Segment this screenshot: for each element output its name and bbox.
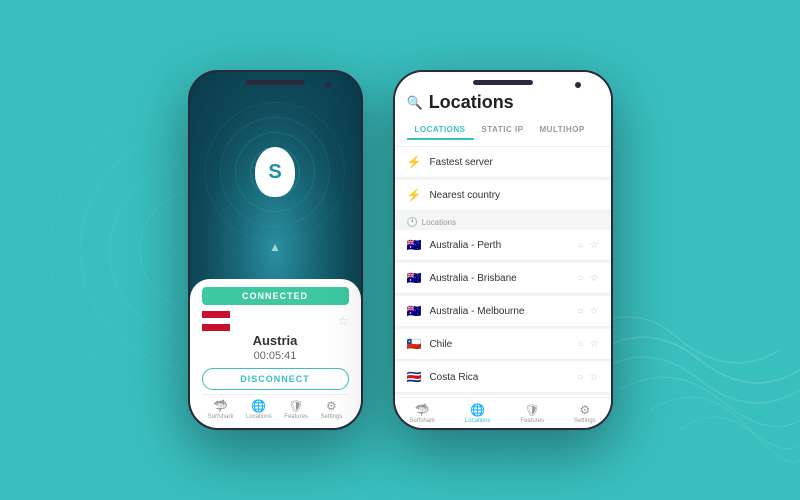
search-icon: 🔍 [407, 95, 423, 111]
nav-locations-label: Locations [246, 414, 272, 420]
connected-panel: CONNECTED ☆ Austria 00:05:41 DISCONNECT … [190, 279, 361, 428]
nearest-country-item[interactable]: ⚡ Nearest country [395, 180, 611, 211]
star-icon-3[interactable]: ☆ [590, 306, 599, 317]
tab-multihop[interactable]: MULTIHOP [532, 121, 593, 140]
nav-settings-label-r: Settings [574, 418, 596, 424]
surfshark-nav-icon-r: 🦈 [415, 403, 430, 417]
location-label-1: Australia - Perth [429, 240, 569, 251]
location-label-4: Chile [429, 339, 569, 350]
features-nav-icon-r: 🛡 [525, 403, 540, 417]
connected-badge: CONNECTED [202, 287, 349, 305]
star-icon-1[interactable]: ☆ [590, 240, 599, 251]
clock-icon: 🕐 [407, 217, 418, 228]
nav-locations-label-r: Locations [465, 418, 491, 424]
nav-right-settings[interactable]: ⚙ Settings [574, 403, 596, 424]
nav-right-surfshark[interactable]: 🦈 Surfshark [409, 403, 435, 424]
location-label-5: Costa Rica [429, 372, 569, 383]
phone-left: ▲ CONNECTED ☆ Austria 00:05:41 DISCONNEC… [188, 70, 363, 430]
flag-au-3: 🇦🇺 [407, 304, 422, 318]
locations-nav-icon: 🌐 [251, 399, 266, 413]
signal-icon-4: ○ [577, 339, 583, 350]
tab-locations[interactable]: LOCATIONS [407, 121, 474, 140]
locations-header: 🔍 Locations LOCATIONS STATIC IP MULTIHOP [395, 72, 611, 147]
location-chile[interactable]: 🇨🇱 Chile ○ ☆ [395, 329, 611, 360]
nav-surfshark-label: Surfshark [208, 414, 234, 420]
signal-icon-2: ○ [577, 273, 583, 284]
signal-icon-5: ○ [577, 372, 583, 383]
flag-au-1: 🇦🇺 [407, 238, 422, 252]
settings-nav-icon-r: ⚙ [579, 403, 590, 417]
lightning-icon-2: ⚡ [407, 188, 422, 202]
lightning-icon-1: ⚡ [407, 155, 422, 169]
ripple-circles [205, 102, 345, 242]
nav-features-label: Features [284, 414, 308, 420]
star-icon-2[interactable]: ☆ [590, 273, 599, 284]
right-screen: 🔍 Locations LOCATIONS STATIC IP MULTIHOP… [395, 72, 611, 428]
expand-arrow[interactable]: ▲ [269, 240, 281, 254]
connection-timer: 00:05:41 [202, 350, 349, 362]
location-australia-brisbane[interactable]: 🇦🇺 Australia - Brisbane ○ ☆ [395, 263, 611, 294]
fastest-server-label: Fastest server [429, 157, 598, 168]
star-icon-4[interactable]: ☆ [590, 339, 599, 350]
star-icon-5[interactable]: ☆ [590, 372, 599, 383]
locations-list: ⚡ Fastest server ⚡ Nearest country 🕐 Loc… [395, 147, 611, 397]
tab-static-ip[interactable]: STATIC IP [474, 121, 532, 140]
flag-cl: 🇨🇱 [407, 337, 422, 351]
nav-surfshark[interactable]: 🦈 Surfshark [208, 399, 234, 420]
left-screen: ▲ CONNECTED ☆ Austria 00:05:41 DISCONNEC… [190, 72, 361, 428]
phones-container: ▲ CONNECTED ☆ Austria 00:05:41 DISCONNEC… [188, 70, 613, 430]
nearest-country-label: Nearest country [429, 190, 598, 201]
phone-right: 🔍 Locations LOCATIONS STATIC IP MULTIHOP… [393, 70, 613, 430]
location-australia-melbourne[interactable]: 🇦🇺 Australia - Melbourne ○ ☆ [395, 296, 611, 327]
nav-features[interactable]: 🛡 Features [284, 399, 308, 420]
fastest-server-item[interactable]: ⚡ Fastest server [395, 147, 611, 178]
austria-flag [202, 311, 230, 331]
country-name: Austria [202, 333, 349, 348]
bottom-nav-right: 🦈 Surfshark 🌐 Locations 🛡 Features ⚙ Set… [395, 397, 611, 428]
signal-icon-3: ○ [577, 306, 583, 317]
location-label-2: Australia - Brisbane [429, 273, 569, 284]
locations-nav-icon-r: 🌐 [470, 403, 485, 417]
surfshark-logo [255, 147, 295, 197]
location-costa-rica[interactable]: 🇨🇷 Costa Rica ○ ☆ [395, 362, 611, 393]
nav-right-features[interactable]: 🛡 Features [520, 403, 544, 424]
nav-settings-label: Settings [321, 414, 343, 420]
location-australia-perth[interactable]: 🇦🇺 Australia - Perth ○ ☆ [395, 230, 611, 261]
locations-section-label: 🕐 Locations [395, 213, 611, 230]
bottom-nav-left: 🦈 Surfshark 🌐 Locations 🛡 Features ⚙ Set… [202, 394, 349, 420]
settings-nav-icon: ⚙ [326, 399, 337, 413]
nav-features-label-r: Features [520, 418, 544, 424]
nav-surfshark-label-r: Surfshark [409, 418, 435, 424]
flag-cr: 🇨🇷 [407, 370, 422, 384]
page-title: Locations [429, 92, 514, 113]
star-icon[interactable]: ☆ [338, 314, 349, 328]
tab-row: LOCATIONS STATIC IP MULTIHOP [407, 121, 599, 140]
location-label-3: Australia - Melbourne [429, 306, 569, 317]
nav-settings[interactable]: ⚙ Settings [321, 399, 343, 420]
nav-locations[interactable]: 🌐 Locations [246, 399, 272, 420]
features-nav-icon: 🛡 [289, 399, 304, 413]
disconnect-button[interactable]: DISCONNECT [202, 368, 349, 390]
surfshark-nav-icon: 🦈 [213, 399, 228, 413]
flag-au-2: 🇦🇺 [407, 271, 422, 285]
signal-icon-1: ○ [577, 240, 583, 251]
nav-right-locations[interactable]: 🌐 Locations [465, 403, 491, 424]
